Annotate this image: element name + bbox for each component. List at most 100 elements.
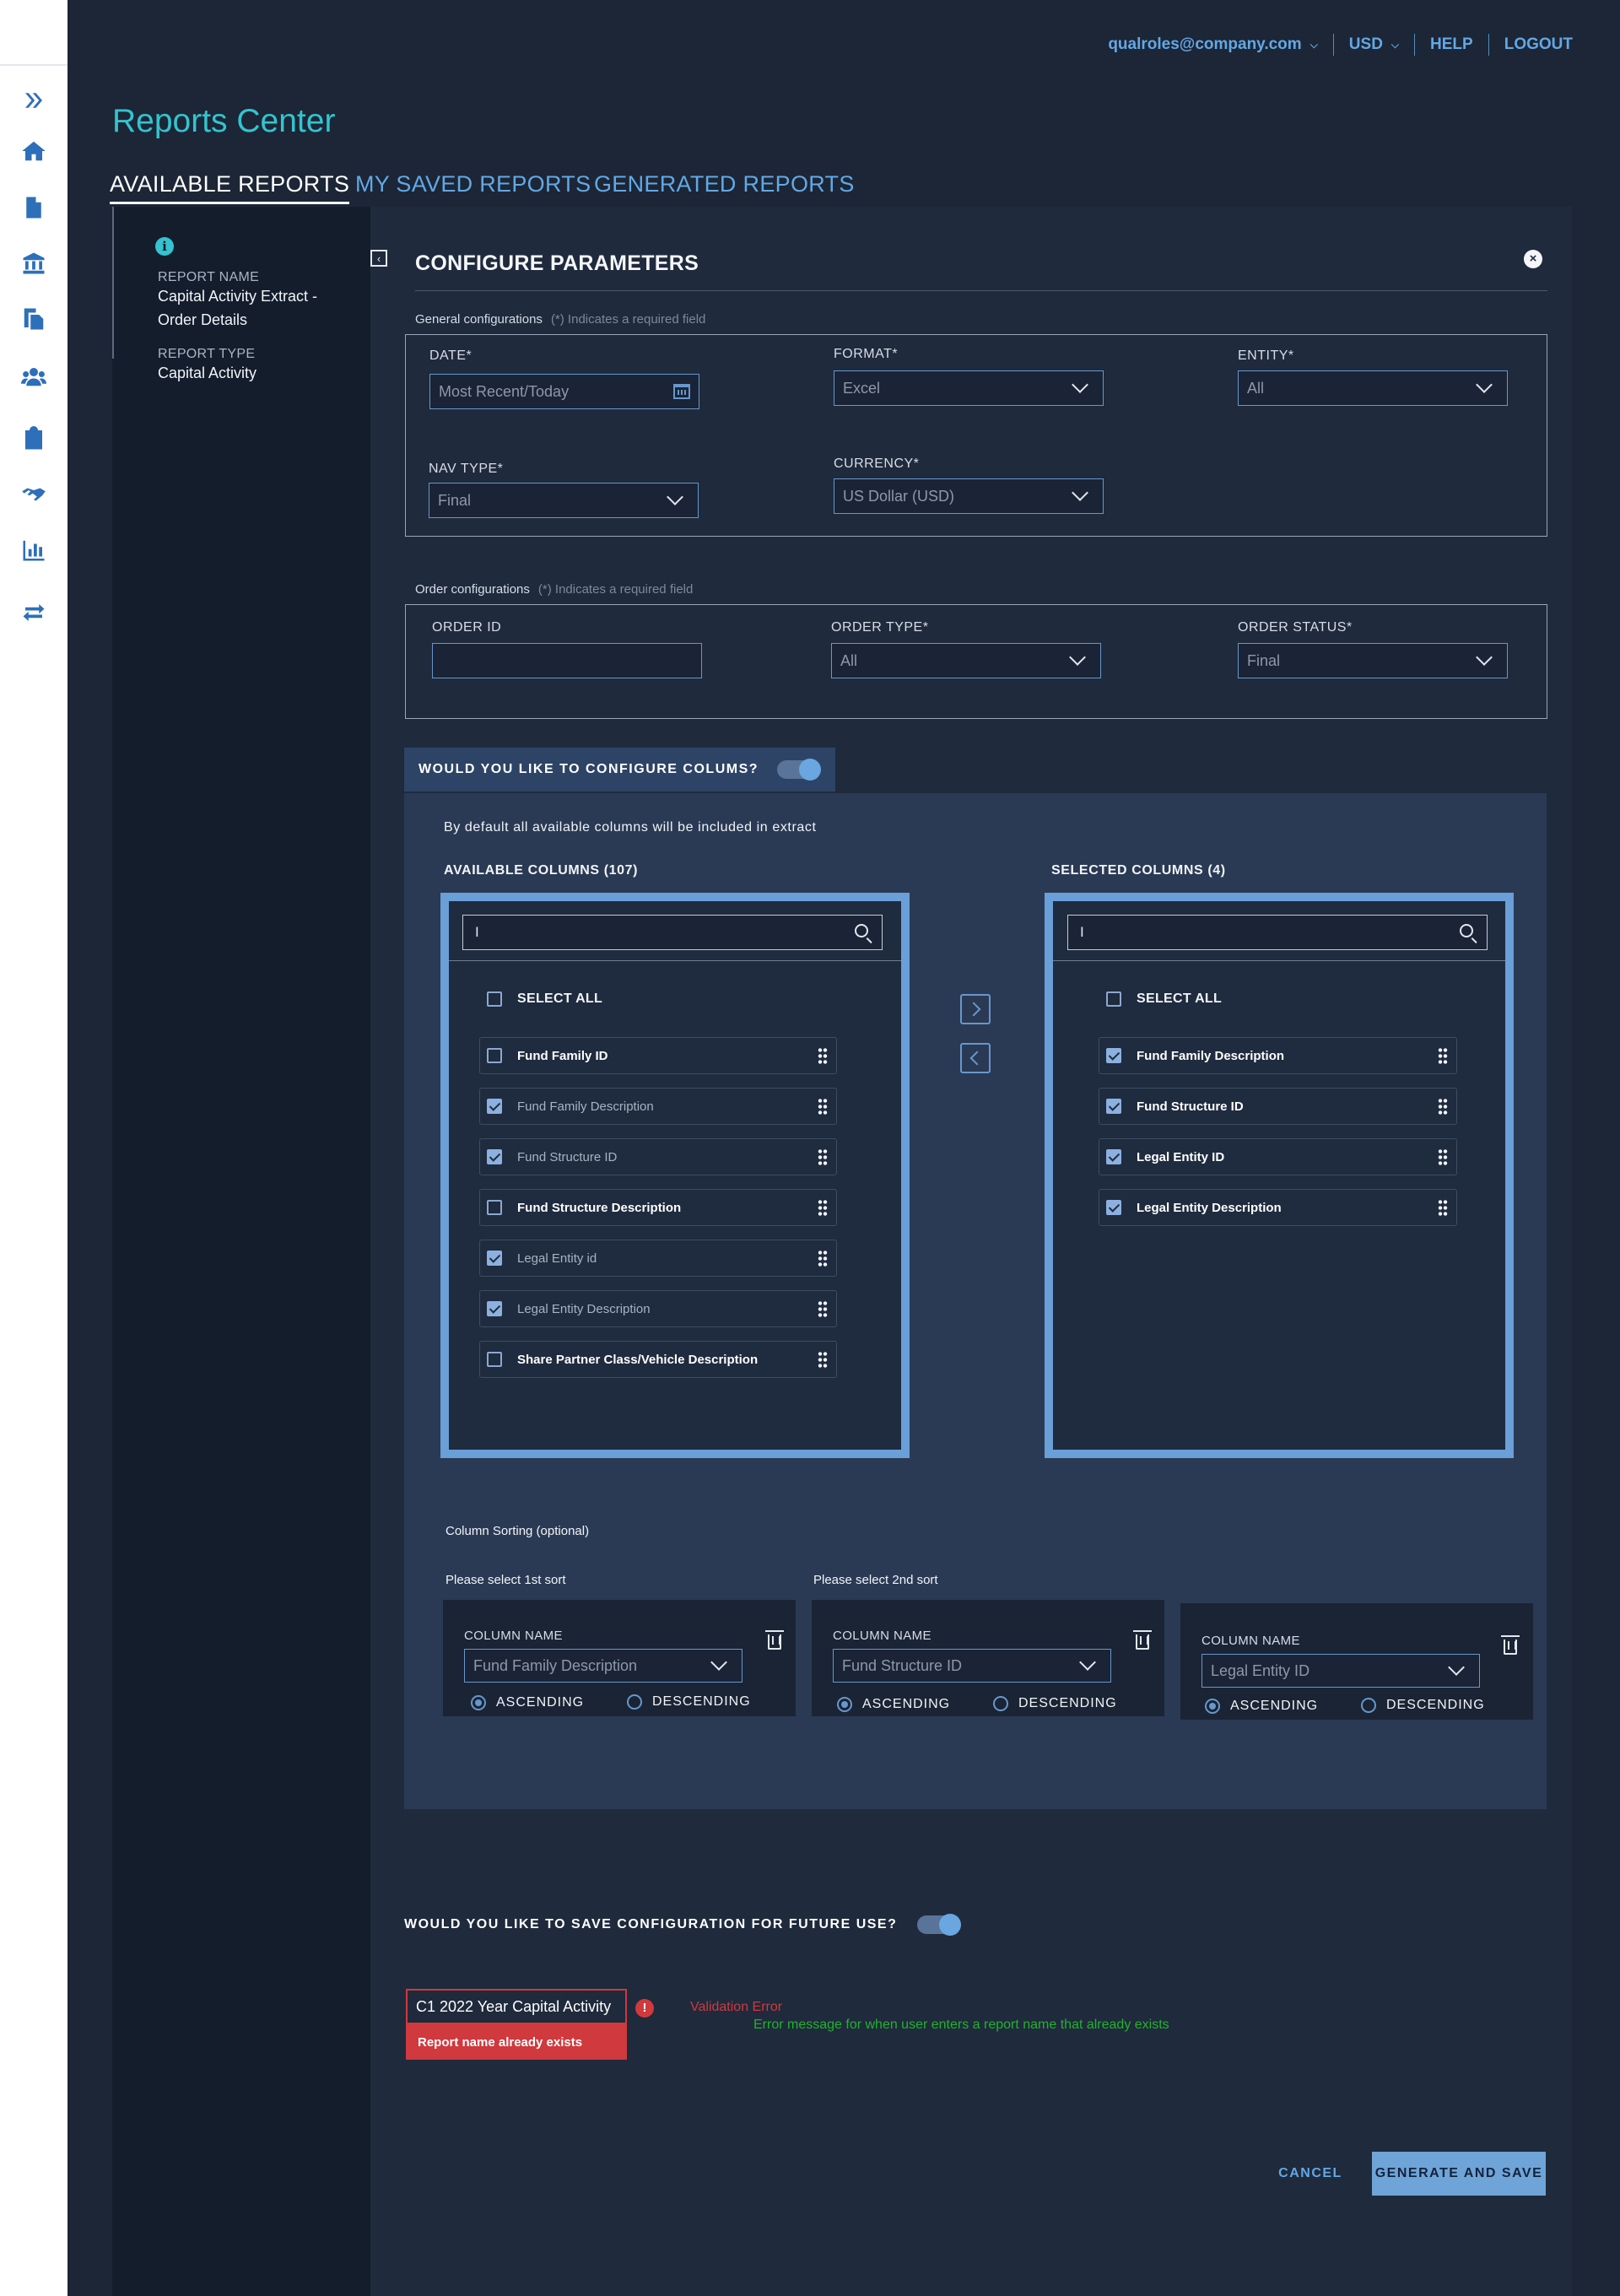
- item-checkbox[interactable]: [487, 1352, 502, 1367]
- drag-handle-icon[interactable]: [1438, 1148, 1448, 1165]
- drag-handle-icon[interactable]: [818, 1047, 828, 1064]
- sort-1-column-select[interactable]: Fund Family Description: [464, 1649, 742, 1683]
- radio-selected[interactable]: [1205, 1699, 1220, 1714]
- order-type-select[interactable]: All: [831, 643, 1101, 678]
- sort-2-ascending-radio[interactable]: ASCENDING: [837, 1697, 950, 1712]
- item-label: Legal Entity ID: [1137, 1149, 1225, 1164]
- document-icon[interactable]: [19, 192, 49, 223]
- nav-type-select[interactable]: Final: [429, 483, 699, 518]
- drag-handle-icon[interactable]: [818, 1148, 828, 1165]
- list-item[interactable]: Fund Family Description: [479, 1088, 837, 1125]
- item-checkbox[interactable]: [487, 1149, 502, 1164]
- sort-3-column-select[interactable]: Legal Entity ID: [1202, 1654, 1480, 1688]
- trash-icon[interactable]: [1501, 1635, 1520, 1655]
- tab-available-reports[interactable]: AVAILABLE REPORTS: [110, 171, 350, 204]
- list-item[interactable]: Fund Structure ID: [479, 1138, 837, 1175]
- item-checkbox[interactable]: [1106, 1048, 1121, 1063]
- drag-handle-icon[interactable]: [818, 1199, 828, 1216]
- list-item[interactable]: Fund Family ID: [479, 1037, 837, 1074]
- drag-handle-icon[interactable]: [818, 1351, 828, 1368]
- list-item[interactable]: Legal Entity ID: [1099, 1138, 1457, 1175]
- currency-select[interactable]: US Dollar (USD): [834, 478, 1104, 514]
- drag-handle-icon[interactable]: [818, 1250, 828, 1267]
- sort-3-ascending-radio[interactable]: ASCENDING: [1205, 1699, 1318, 1714]
- sort-1-ascending-radio[interactable]: ASCENDING: [471, 1695, 584, 1710]
- home-icon[interactable]: [19, 136, 49, 166]
- sort-2-column-select[interactable]: Fund Structure ID: [833, 1649, 1111, 1683]
- report-name-input[interactable]: C1 2022 Year Capital Activity: [406, 1989, 627, 2024]
- radio-selected[interactable]: [837, 1697, 852, 1712]
- list-item[interactable]: Fund Structure Description: [479, 1189, 837, 1226]
- logout-link[interactable]: LOGOUT: [1489, 35, 1573, 55]
- tab-my-saved-reports[interactable]: MY SAVED REPORTS: [355, 171, 591, 197]
- help-link[interactable]: HELP: [1415, 35, 1488, 55]
- move-left-button[interactable]: [960, 1043, 991, 1073]
- group-icon[interactable]: [19, 361, 49, 392]
- copy-documents-icon[interactable]: [19, 304, 49, 334]
- order-id-input[interactable]: [432, 643, 702, 678]
- select-all-checkbox[interactable]: [487, 991, 502, 1007]
- bank-icon[interactable]: [19, 248, 49, 278]
- calendar-icon[interactable]: [673, 384, 690, 399]
- configure-columns-toggle[interactable]: [777, 759, 821, 781]
- item-checkbox[interactable]: [487, 1200, 502, 1215]
- search-icon[interactable]: [855, 924, 868, 937]
- sort-2-descending-radio[interactable]: DESCENDING: [993, 1696, 1117, 1711]
- list-item[interactable]: Fund Family Description: [1099, 1037, 1457, 1074]
- date-field[interactable]: Most Recent/Today: [429, 374, 699, 409]
- cancel-button[interactable]: CANCEL: [1270, 2152, 1351, 2196]
- radio-unselected[interactable]: [627, 1694, 642, 1710]
- sort-1-descending-radio[interactable]: DESCENDING: [627, 1694, 751, 1710]
- list-item[interactable]: Legal Entity Description: [479, 1290, 837, 1327]
- radio-unselected[interactable]: [1361, 1698, 1376, 1713]
- order-type-label: ORDER TYPE*: [831, 620, 929, 635]
- drag-handle-icon[interactable]: [818, 1300, 828, 1317]
- entity-select[interactable]: All: [1238, 370, 1508, 406]
- info-icon[interactable]: i: [155, 237, 174, 256]
- search-icon[interactable]: [1460, 924, 1473, 937]
- item-checkbox[interactable]: [487, 1048, 502, 1063]
- select-all-label: SELECT ALL: [517, 991, 603, 1006]
- expand-icon[interactable]: [19, 85, 49, 116]
- list-item[interactable]: Legal Entity id: [479, 1240, 837, 1277]
- selected-search-input[interactable]: I: [1067, 915, 1488, 950]
- list-item[interactable]: Share Partner Class/Vehicle Description: [479, 1341, 837, 1378]
- item-checkbox[interactable]: [1106, 1200, 1121, 1215]
- available-search-input[interactable]: I: [462, 915, 883, 950]
- list-item[interactable]: Fund Structure ID: [1099, 1088, 1457, 1125]
- radio-selected[interactable]: [471, 1695, 486, 1710]
- order-status-select[interactable]: Final: [1238, 643, 1508, 678]
- item-checkbox[interactable]: [487, 1301, 502, 1316]
- columns-panel: By default all available columns will be…: [404, 793, 1547, 1809]
- collapse-panel-button[interactable]: ‹: [370, 250, 387, 267]
- move-right-button[interactable]: [960, 994, 991, 1024]
- drag-handle-icon[interactable]: [818, 1098, 828, 1115]
- sort-3-descending-radio[interactable]: DESCENDING: [1361, 1698, 1485, 1713]
- selected-select-all[interactable]: SELECT ALL: [1106, 991, 1222, 1007]
- item-label: Fund Structure ID: [517, 1149, 618, 1164]
- trash-icon[interactable]: [765, 1630, 784, 1650]
- drag-handle-icon[interactable]: [1438, 1199, 1448, 1216]
- handshake-icon[interactable]: [19, 479, 49, 510]
- currency-menu[interactable]: USD ⌵: [1334, 35, 1414, 55]
- transfer-icon[interactable]: [19, 597, 49, 628]
- format-select[interactable]: Excel: [834, 370, 1104, 406]
- close-icon[interactable]: ×: [1524, 250, 1542, 268]
- user-menu[interactable]: qualroles@company.com ⌵: [1093, 35, 1332, 55]
- item-checkbox[interactable]: [487, 1099, 502, 1114]
- item-checkbox[interactable]: [487, 1251, 502, 1266]
- drag-handle-icon[interactable]: [1438, 1047, 1448, 1064]
- item-checkbox[interactable]: [1106, 1149, 1121, 1164]
- trash-icon[interactable]: [1133, 1630, 1152, 1650]
- available-select-all[interactable]: SELECT ALL: [487, 991, 602, 1007]
- list-item[interactable]: Legal Entity Description: [1099, 1189, 1457, 1226]
- select-all-checkbox[interactable]: [1106, 991, 1121, 1007]
- item-checkbox[interactable]: [1106, 1099, 1121, 1114]
- clipboard-icon[interactable]: [19, 424, 49, 454]
- drag-handle-icon[interactable]: [1438, 1098, 1448, 1115]
- tab-generated-reports[interactable]: GENERATED REPORTS: [594, 171, 855, 197]
- bar-chart-icon[interactable]: [19, 535, 49, 565]
- radio-unselected[interactable]: [993, 1696, 1008, 1711]
- generate-and-save-button[interactable]: GENERATE AND SAVE: [1372, 2152, 1546, 2196]
- save-config-toggle[interactable]: [917, 1914, 961, 1936]
